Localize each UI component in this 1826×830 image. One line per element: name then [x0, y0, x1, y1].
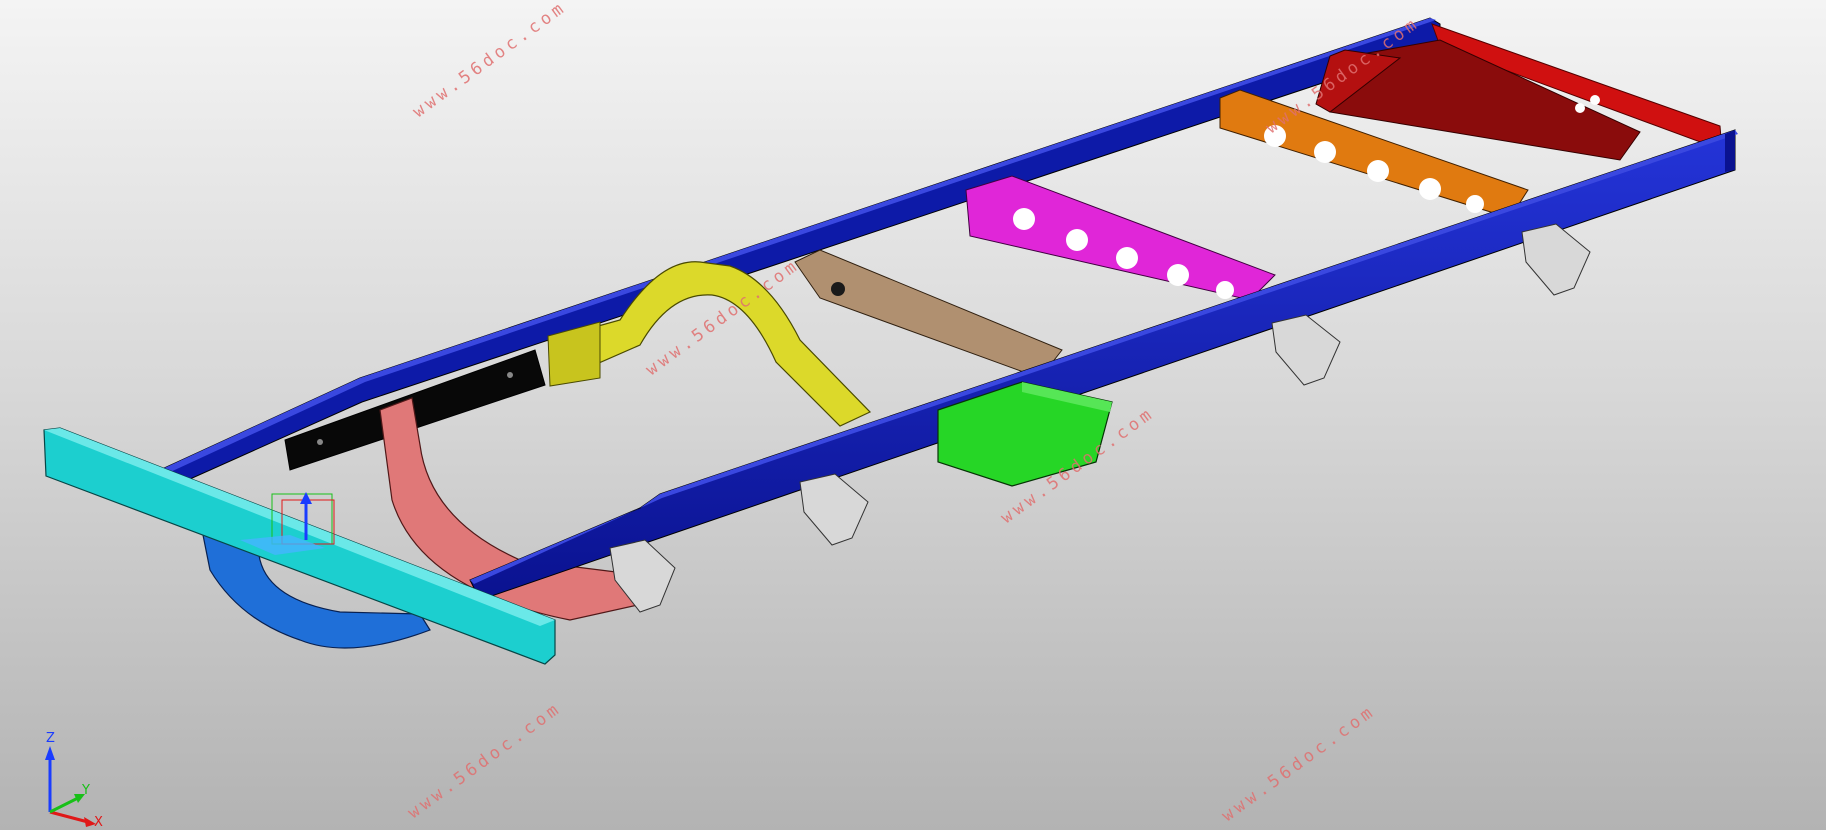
3d-viewport[interactable]: www.56doc.com www.56doc.com www.56doc.co… [0, 0, 1826, 830]
y-axis-icon [49, 796, 79, 814]
x-axis-icon [49, 810, 89, 824]
x-axis-label: X [94, 815, 103, 828]
near-side-rail[interactable] [469, 129, 1738, 601]
perforated-crossmember-magenta[interactable] [965, 175, 1276, 301]
tube-crossmember[interactable] [794, 249, 1063, 379]
z-axis-label: Z [46, 731, 55, 746]
chassis-model[interactable] [0, 0, 1826, 830]
y-axis-label: Y [81, 783, 90, 798]
axis-triad[interactable]: Z Y X [28, 728, 118, 828]
